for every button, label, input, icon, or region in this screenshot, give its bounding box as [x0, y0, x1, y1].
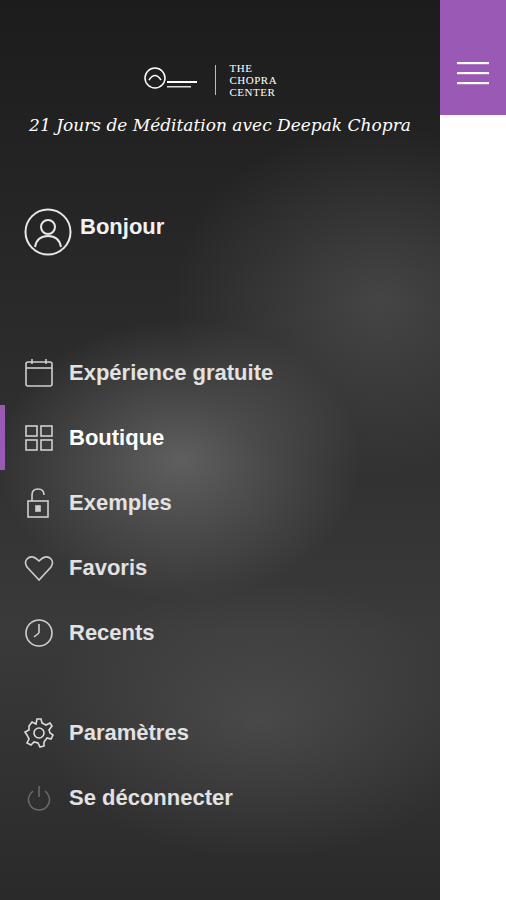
menu-item-label: Boutique [69, 425, 164, 451]
menu-item-label: Expérience gratuite [69, 360, 273, 386]
logo-row: THE CHOPRA CENTER [0, 62, 440, 98]
hamburger-icon [457, 61, 489, 85]
menu-item[interactable]: Exemples [0, 470, 440, 535]
menu-item-label: Exemples [69, 490, 172, 516]
app-title: 21 Jours de Méditation avec Deepak Chopr… [0, 110, 440, 140]
lock-icon [23, 487, 55, 519]
grid-icon [23, 422, 55, 454]
meditation-logo-icon [141, 65, 201, 95]
footer-item[interactable]: Se déconnecter [0, 765, 440, 830]
menu-item-label: Favoris [69, 555, 147, 581]
menu-item[interactable]: Expérience gratuite [0, 340, 440, 405]
chopra-center-logo: THE CHOPRA CENTER [230, 62, 300, 98]
calendar-icon [23, 357, 55, 389]
logo-divider [215, 65, 216, 95]
menu-item[interactable]: Boutique [0, 405, 440, 470]
main-menu: Expérience gratuite Boutique Exemples Favor… [0, 340, 440, 665]
footer-menu: Paramètres Se déconnecter [0, 700, 440, 830]
heart-icon [23, 552, 55, 584]
selected-indicator [0, 405, 5, 470]
content-area [440, 0, 506, 900]
footer-item-label: Se déconnecter [69, 785, 233, 811]
menu-button[interactable] [440, 0, 506, 115]
navigation-drawer: THE CHOPRA CENTER 21 Jours de Méditation … [0, 0, 440, 900]
clock-icon [23, 617, 55, 649]
user-row[interactable]: Bonjour [0, 208, 440, 256]
app-screen: THE CHOPRA CENTER 21 Jours de Méditation … [0, 0, 506, 900]
menu-item[interactable]: Favoris [0, 535, 440, 600]
menu-item[interactable]: Recents [0, 600, 440, 665]
footer-item-label: Paramètres [69, 720, 189, 746]
user-avatar-icon [24, 208, 72, 256]
gear-icon [23, 717, 55, 749]
power-icon [23, 782, 55, 814]
user-greeting: Bonjour [80, 214, 164, 240]
footer-item[interactable]: Paramètres [0, 700, 440, 765]
menu-item-label: Recents [69, 620, 155, 646]
